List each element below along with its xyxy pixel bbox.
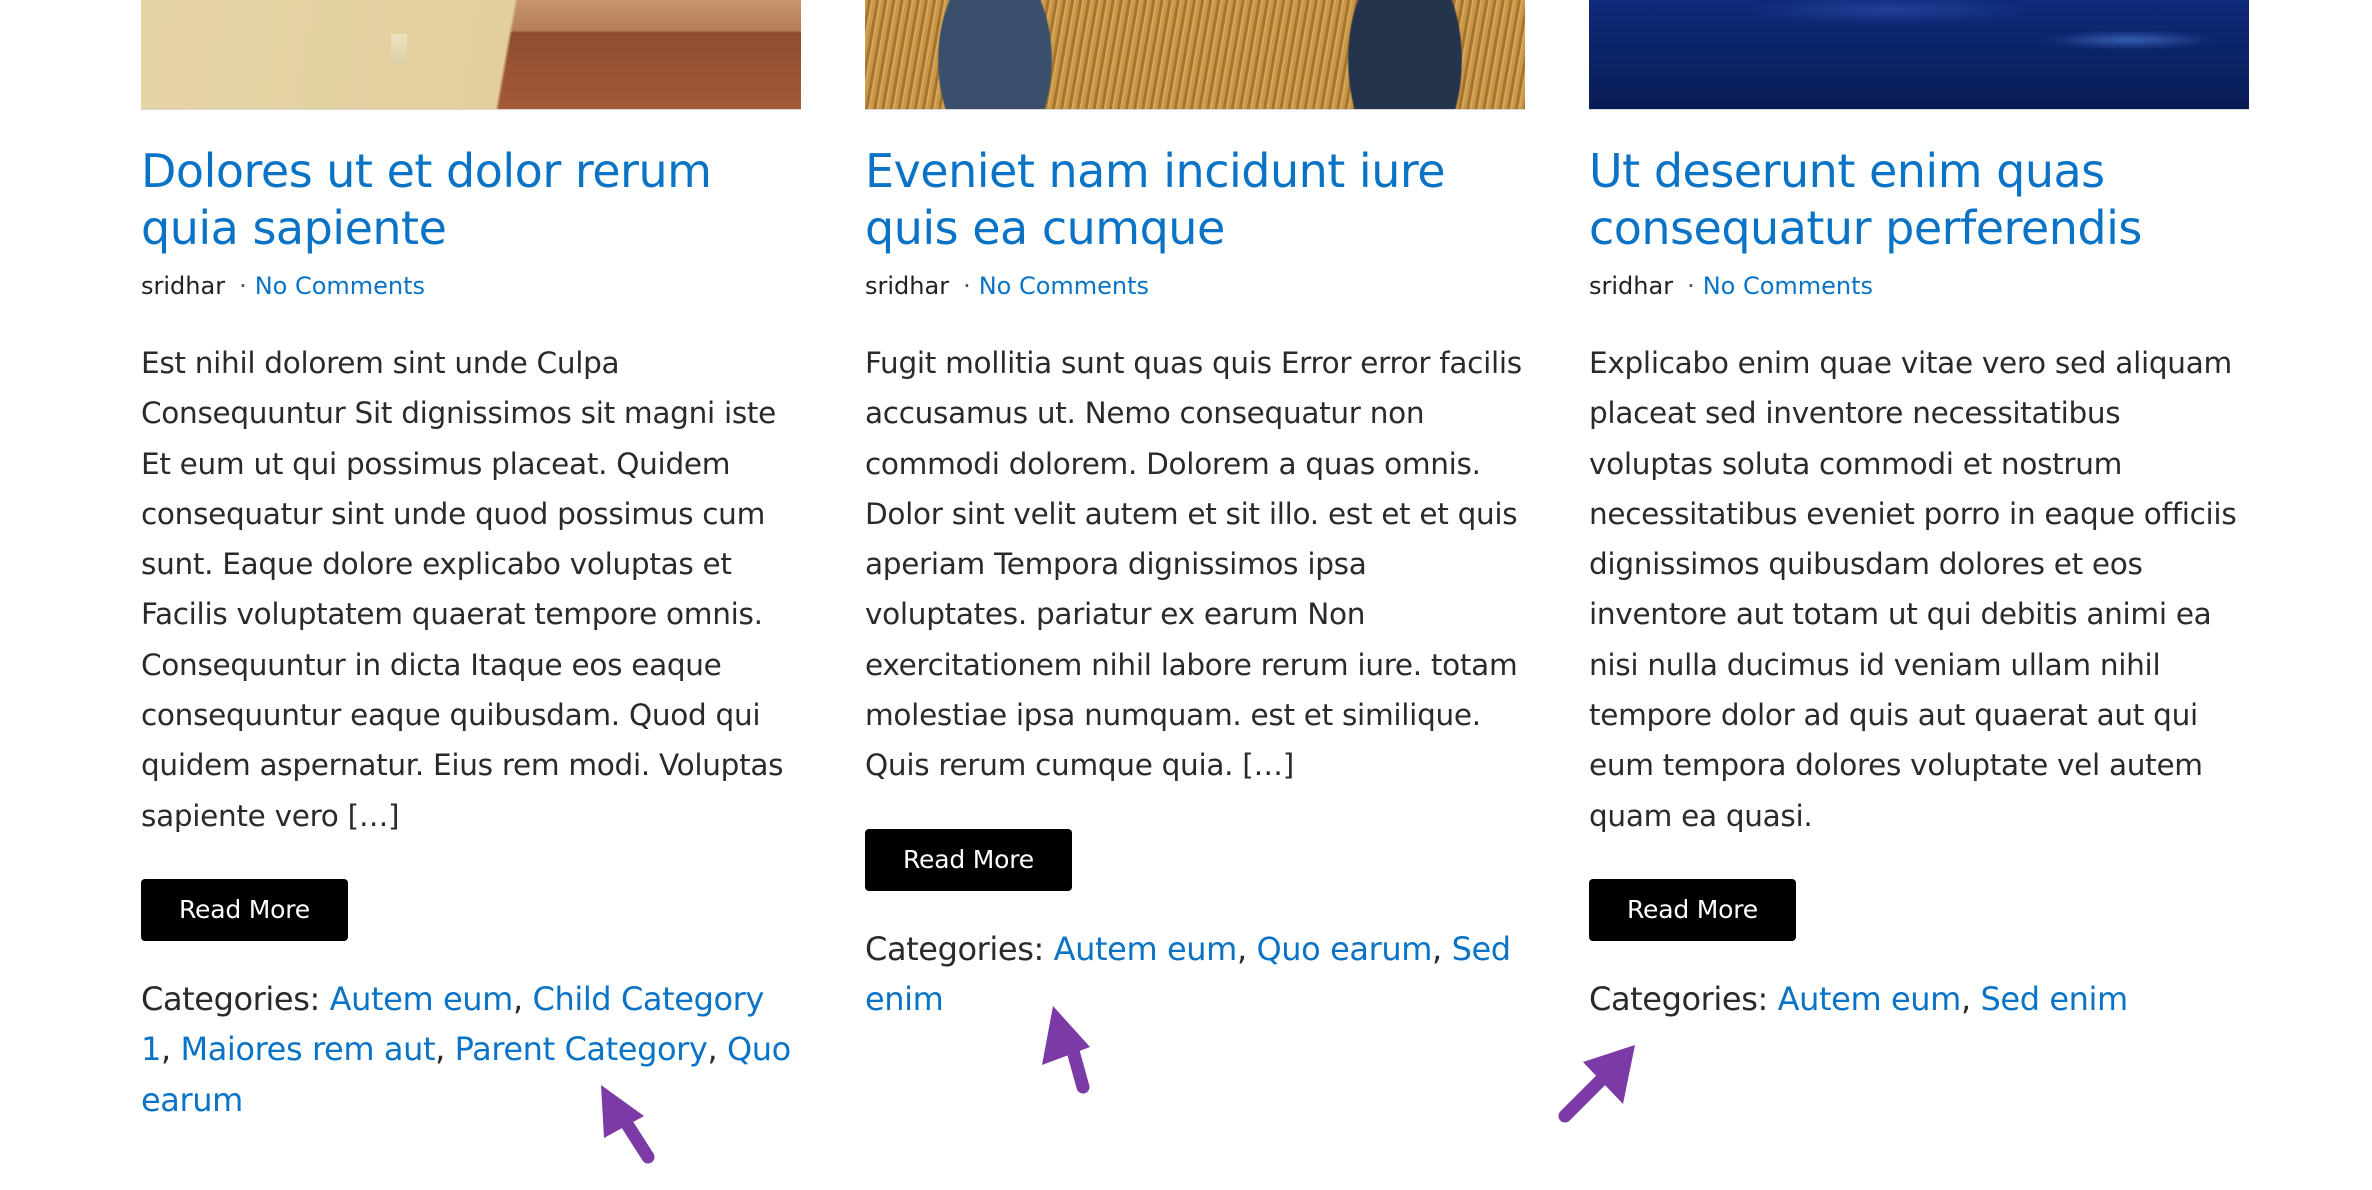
post-title-link[interactable]: Eveniet nam incidunt iure quis ea cumque bbox=[865, 144, 1446, 255]
read-more-button[interactable]: Read More bbox=[865, 828, 1072, 891]
category-link[interactable]: Quo earum bbox=[1257, 930, 1433, 968]
category-link[interactable]: Parent Category bbox=[455, 1030, 708, 1068]
post-categories: Categories: Autem eum, Child Category 1,… bbox=[141, 979, 791, 1119]
post-categories: Categories: Autem eum, Sed enim bbox=[1589, 979, 2129, 1018]
post-author: sridhar bbox=[141, 272, 226, 300]
category-link[interactable]: Autem eum bbox=[1778, 980, 1962, 1018]
post-card: Ut deserunt enim quas consequatur perfer… bbox=[1589, 0, 2249, 1125]
post-title: Eveniet nam incidunt iure quis ea cumque bbox=[865, 143, 1525, 257]
categories-label: Categories: bbox=[141, 979, 320, 1018]
post-thumbnail[interactable] bbox=[865, 0, 1525, 110]
meta-separator: · bbox=[963, 272, 971, 300]
post-excerpt: Est nihil dolorem sint unde Culpa Conseq… bbox=[141, 346, 784, 833]
post-thumbnail[interactable] bbox=[1589, 0, 2249, 110]
post-thumbnail[interactable] bbox=[141, 0, 801, 110]
category-link[interactable]: Sed enim bbox=[1981, 980, 2129, 1018]
post-categories: Categories: Autem eum, Quo earum, Sed en… bbox=[865, 929, 1511, 1018]
comments-link[interactable]: No Comments bbox=[255, 272, 425, 300]
post-author: sridhar bbox=[865, 272, 950, 300]
post-grid: Dolores ut et dolor rerum quia sapiente … bbox=[141, 0, 2249, 1125]
read-more-button[interactable]: Read More bbox=[1589, 878, 1796, 941]
post-title-link[interactable]: Dolores ut et dolor rerum quia sapiente bbox=[141, 144, 712, 255]
comments-link[interactable]: No Comments bbox=[1703, 272, 1873, 300]
post-title: Dolores ut et dolor rerum quia sapiente bbox=[141, 143, 801, 257]
comments-link[interactable]: No Comments bbox=[979, 272, 1149, 300]
post-meta: sridhar · No Comments bbox=[141, 271, 801, 301]
read-more-button[interactable]: Read More bbox=[141, 878, 348, 941]
post-excerpt: Explicabo enim quae vitae vero sed aliqu… bbox=[1589, 346, 2237, 833]
annotation-arrow-icon bbox=[1558, 1045, 1635, 1123]
post-card: Eveniet nam incidunt iure quis ea cumque… bbox=[865, 0, 1525, 1125]
post-title-link[interactable]: Ut deserunt enim quas consequatur perfer… bbox=[1589, 144, 2142, 255]
post-meta: sridhar · No Comments bbox=[1589, 271, 2249, 301]
post-author: sridhar bbox=[1589, 272, 1674, 300]
category-link[interactable]: Maiores rem aut bbox=[181, 1030, 436, 1068]
post-excerpt: Fugit mollitia sunt quas quis Error erro… bbox=[865, 346, 1522, 783]
post-card: Dolores ut et dolor rerum quia sapiente … bbox=[141, 0, 801, 1125]
post-meta: sridhar · No Comments bbox=[865, 271, 1525, 301]
categories-label: Categories: bbox=[865, 929, 1044, 968]
category-link[interactable]: Autem eum bbox=[1054, 930, 1238, 968]
post-title: Ut deserunt enim quas consequatur perfer… bbox=[1589, 143, 2249, 257]
meta-separator: · bbox=[239, 272, 247, 300]
annotation-arrow-icon bbox=[601, 1085, 655, 1164]
category-link[interactable]: Autem eum bbox=[330, 980, 514, 1018]
meta-separator: · bbox=[1687, 272, 1695, 300]
categories-label: Categories: bbox=[1589, 979, 1768, 1018]
annotation-arrow-icon bbox=[1042, 1006, 1090, 1094]
